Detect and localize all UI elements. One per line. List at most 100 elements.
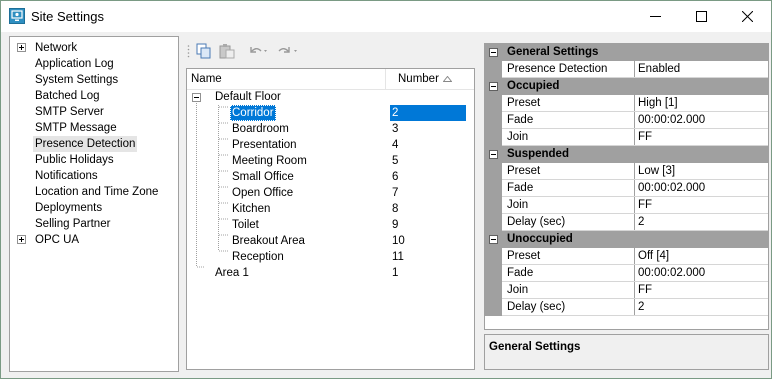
property-value[interactable]: FF xyxy=(638,197,652,214)
property-row[interactable]: Preset High [1] xyxy=(485,95,768,112)
property-value[interactable]: 00:00:02.000 xyxy=(638,180,705,197)
property-grid: General Settings Presence Detection Enabl… xyxy=(484,43,769,330)
floor-tree: Name Number Default Floor Corridor 2 Boa… xyxy=(186,68,475,370)
property-row[interactable]: Join FF xyxy=(485,282,768,299)
undo-icon xyxy=(250,47,267,53)
tree-row-number: 7 xyxy=(392,187,399,199)
category-label: Unoccupied xyxy=(507,233,573,245)
paste-button[interactable] xyxy=(218,43,236,59)
minimize-icon xyxy=(650,16,661,17)
property-value[interactable]: Enabled xyxy=(638,61,680,78)
property-name: Fade xyxy=(507,114,534,126)
tree-row-room[interactable]: Meeting Room 5 xyxy=(187,153,474,169)
tree-row-room[interactable]: Corridor 2 xyxy=(187,105,474,121)
column-divider[interactable] xyxy=(385,69,386,89)
copy-icon xyxy=(196,43,211,59)
tree-row-number: 1 xyxy=(392,267,399,279)
tree-row-name: Boardroom xyxy=(232,123,289,135)
tree-row-number: 5 xyxy=(392,155,399,167)
property-value[interactable]: 00:00:02.000 xyxy=(638,112,705,129)
property-value[interactable]: FF xyxy=(638,282,652,299)
property-row[interactable]: Presence Detection Enabled xyxy=(485,61,768,78)
expand-icon[interactable] xyxy=(17,235,26,244)
category-label: Occupied xyxy=(507,80,560,92)
tree-row-room[interactable]: Presentation 4 xyxy=(187,137,474,153)
nav-item-label: Network xyxy=(35,42,78,54)
tree-row-room[interactable]: Kitchen 8 xyxy=(187,201,474,217)
nav-item-label: OPC UA xyxy=(35,234,80,246)
toolbar xyxy=(181,40,479,62)
property-value[interactable]: Off [4] xyxy=(638,248,669,265)
sort-ascending-icon xyxy=(443,76,452,82)
tree-row-number: 10 xyxy=(392,235,405,247)
tree-row-room[interactable]: Reception 11 xyxy=(187,249,474,265)
expand-icon[interactable] xyxy=(17,43,26,52)
nav-item-label: Notifications xyxy=(35,170,98,182)
tree-row-name: Meeting Room xyxy=(232,155,307,167)
settings-nav: Network Application Log System Settings … xyxy=(9,36,179,372)
maximize-button[interactable] xyxy=(679,1,725,32)
property-row[interactable]: Fade 00:00:02.000 xyxy=(485,112,768,129)
tree-row-number: 6 xyxy=(392,171,399,183)
tree-row-name: Kitchen xyxy=(232,203,271,215)
tree-row-name: Default Floor xyxy=(215,91,281,103)
window-title: Site Settings xyxy=(31,9,104,24)
redo-button[interactable] xyxy=(277,43,301,59)
tree-row-room[interactable]: Small Office 6 xyxy=(187,169,474,185)
nav-item-label: Application Log xyxy=(35,58,114,70)
close-button[interactable] xyxy=(725,1,771,32)
column-header-name[interactable]: Name xyxy=(191,73,222,85)
title-bar[interactable]: Site Settings xyxy=(1,1,771,32)
property-row[interactable]: Delay (sec) 2 xyxy=(485,214,768,231)
property-value[interactable]: 2 xyxy=(638,214,644,231)
property-name: Fade xyxy=(507,182,534,194)
category-occupied[interactable]: Occupied xyxy=(485,78,768,95)
tree-row-room[interactable]: Boardroom 3 xyxy=(187,121,474,137)
nav-item-label: Location and Time Zone xyxy=(35,186,159,198)
property-value[interactable]: 00:00:02.000 xyxy=(638,265,705,282)
tree-row-area[interactable]: Area 1 1 xyxy=(187,265,474,281)
property-row[interactable]: Fade 00:00:02.000 xyxy=(485,265,768,282)
nav-item-label: Deployments xyxy=(35,202,103,214)
tree-row-number: 4 xyxy=(392,139,399,151)
property-value[interactable]: Low [3] xyxy=(638,163,675,180)
tree-row-room[interactable]: Breakout Area 10 xyxy=(187,233,474,249)
nav-item-label: SMTP Server xyxy=(35,106,104,118)
tree-row-floor[interactable]: Default Floor xyxy=(187,89,474,105)
property-description-panel: General Settings xyxy=(484,334,769,370)
nav-item-label: Batched Log xyxy=(35,90,100,102)
collapse-icon[interactable] xyxy=(489,235,498,244)
undo-button[interactable] xyxy=(247,43,271,59)
property-name: Preset xyxy=(507,165,541,177)
property-row[interactable]: Preset Off [4] xyxy=(485,248,768,265)
tree-row-number: 11 xyxy=(392,251,404,263)
category-suspended[interactable]: Suspended xyxy=(485,146,768,163)
property-name: Fade xyxy=(507,267,534,279)
property-value[interactable]: High [1] xyxy=(638,95,678,112)
tree-row-room[interactable]: Toilet 9 xyxy=(187,217,474,233)
property-row[interactable]: Preset Low [3] xyxy=(485,163,768,180)
category-unoccupied[interactable]: Unoccupied xyxy=(485,231,768,248)
property-row[interactable]: Join FF xyxy=(485,129,768,146)
property-value[interactable]: 2 xyxy=(638,299,644,316)
tree-row-name: Corridor xyxy=(230,105,276,121)
property-value[interactable]: FF xyxy=(638,129,652,146)
column-header-number[interactable]: Number xyxy=(398,73,439,85)
tree-row-room[interactable]: Open Office 7 xyxy=(187,185,474,201)
collapse-icon[interactable] xyxy=(489,82,498,91)
property-row[interactable]: Fade 00:00:02.000 xyxy=(485,180,768,197)
tree-row-name: Breakout Area xyxy=(232,235,305,247)
tree-row-number: 2 xyxy=(390,105,466,121)
copy-button[interactable] xyxy=(195,43,213,59)
minimize-button[interactable] xyxy=(633,1,679,32)
property-name: Presence Detection xyxy=(507,63,608,75)
tree-row-name: Toilet xyxy=(232,219,259,231)
category-label: Suspended xyxy=(507,148,569,160)
category-general-settings[interactable]: General Settings xyxy=(485,44,768,61)
tree-row-name: Small Office xyxy=(232,171,294,183)
property-row[interactable]: Delay (sec) 2 xyxy=(485,299,768,316)
paste-icon xyxy=(219,44,235,59)
property-row[interactable]: Join FF xyxy=(485,197,768,214)
collapse-icon[interactable] xyxy=(489,150,498,159)
collapse-icon[interactable] xyxy=(489,48,498,57)
